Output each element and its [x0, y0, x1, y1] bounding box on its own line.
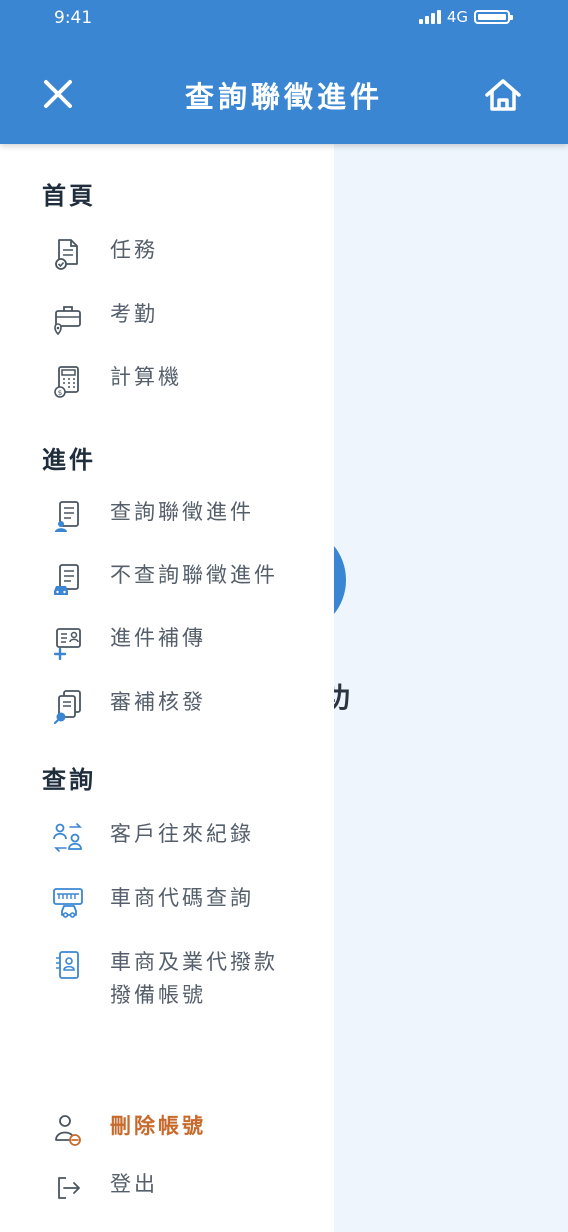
dealer-car-icon — [53, 888, 83, 918]
menu-item-label-line2: 撥備帳號 — [110, 983, 206, 1007]
task-document-icon — [55, 239, 78, 270]
menu-item-label: 車商代碼查詢 — [110, 886, 254, 910]
menu-item-review-issue[interactable]: 審補核發 — [50, 690, 320, 724]
delete-account-button[interactable]: 刪除帳號 — [50, 1114, 320, 1148]
status-time: 9:41 — [54, 8, 93, 28]
status-indicators: 4G — [418, 8, 513, 26]
menu-item-task[interactable]: 任務 — [50, 238, 320, 272]
side-drawer: 首頁 任務 考勤 $ 計算機 進件 查詢聯徵進件 不查詢聯徵進件 進件補傳 審補… — [0, 144, 334, 1232]
svg-text:$: $ — [58, 389, 62, 397]
menu-item-label: 查詢聯徵進件 — [110, 500, 254, 524]
app-header: 9:41 4G 查詢聯徵進件 — [0, 0, 568, 144]
id-card-plus-icon — [53, 628, 81, 660]
menu-item-calculator[interactable]: $ 計算機 — [50, 365, 320, 399]
network-label: 4G — [446, 8, 468, 26]
menu-item-label: 任務 — [110, 238, 158, 262]
briefcase-location-icon — [54, 306, 81, 336]
menu-item-label: 不查詢聯徵進件 — [110, 563, 278, 587]
menu-item-query-credit[interactable]: 查詢聯徵進件 — [50, 500, 320, 534]
menu-item-label: 進件補傳 — [110, 626, 206, 650]
menu-item-label: 車商及業代撥款 撥備帳號 — [110, 946, 278, 1012]
menu-item-customer-history[interactable]: 客戶往來紀錄 — [50, 822, 320, 856]
contact-card-icon — [56, 951, 79, 979]
section-title-inquiry: 查詢 — [42, 766, 96, 794]
calculator-icon: $ — [54, 366, 79, 398]
signal-icon — [418, 10, 441, 24]
menu-item-label: 計算機 — [110, 365, 182, 389]
doc-car-icon — [54, 564, 79, 595]
logout-button[interactable]: 登出 — [50, 1172, 320, 1206]
menu-item-no-credit-query[interactable]: 不查詢聯徵進件 — [50, 563, 320, 597]
menu-item-label: 登出 — [110, 1172, 158, 1196]
menu-item-dealer-code[interactable]: 車商代碼查詢 — [50, 886, 320, 920]
doc-person-icon — [55, 501, 79, 532]
section-title-application: 進件 — [42, 446, 96, 474]
customers-exchange-icon — [53, 823, 82, 852]
home-button[interactable] — [482, 74, 524, 116]
battery-icon — [474, 10, 513, 24]
user-remove-icon — [55, 1115, 81, 1146]
menu-item-label: 審補核發 — [110, 690, 206, 714]
home-icon — [485, 79, 521, 111]
menu-item-dealer-payment-account[interactable]: 車商及業代撥款 撥備帳號 — [50, 950, 320, 1012]
docs-search-icon — [53, 690, 81, 724]
menu-item-label: 刪除帳號 — [110, 1114, 206, 1138]
menu-item-attendance[interactable]: 考勤 — [50, 302, 320, 336]
menu-item-supplement-upload[interactable]: 進件補傳 — [50, 626, 320, 660]
menu-item-label-line1: 車商及業代撥款 — [110, 950, 278, 974]
logout-icon — [58, 1177, 80, 1199]
section-title-home: 首頁 — [42, 182, 96, 210]
menu-item-label: 客戶往來紀錄 — [110, 822, 254, 846]
menu-item-label: 考勤 — [110, 302, 158, 326]
